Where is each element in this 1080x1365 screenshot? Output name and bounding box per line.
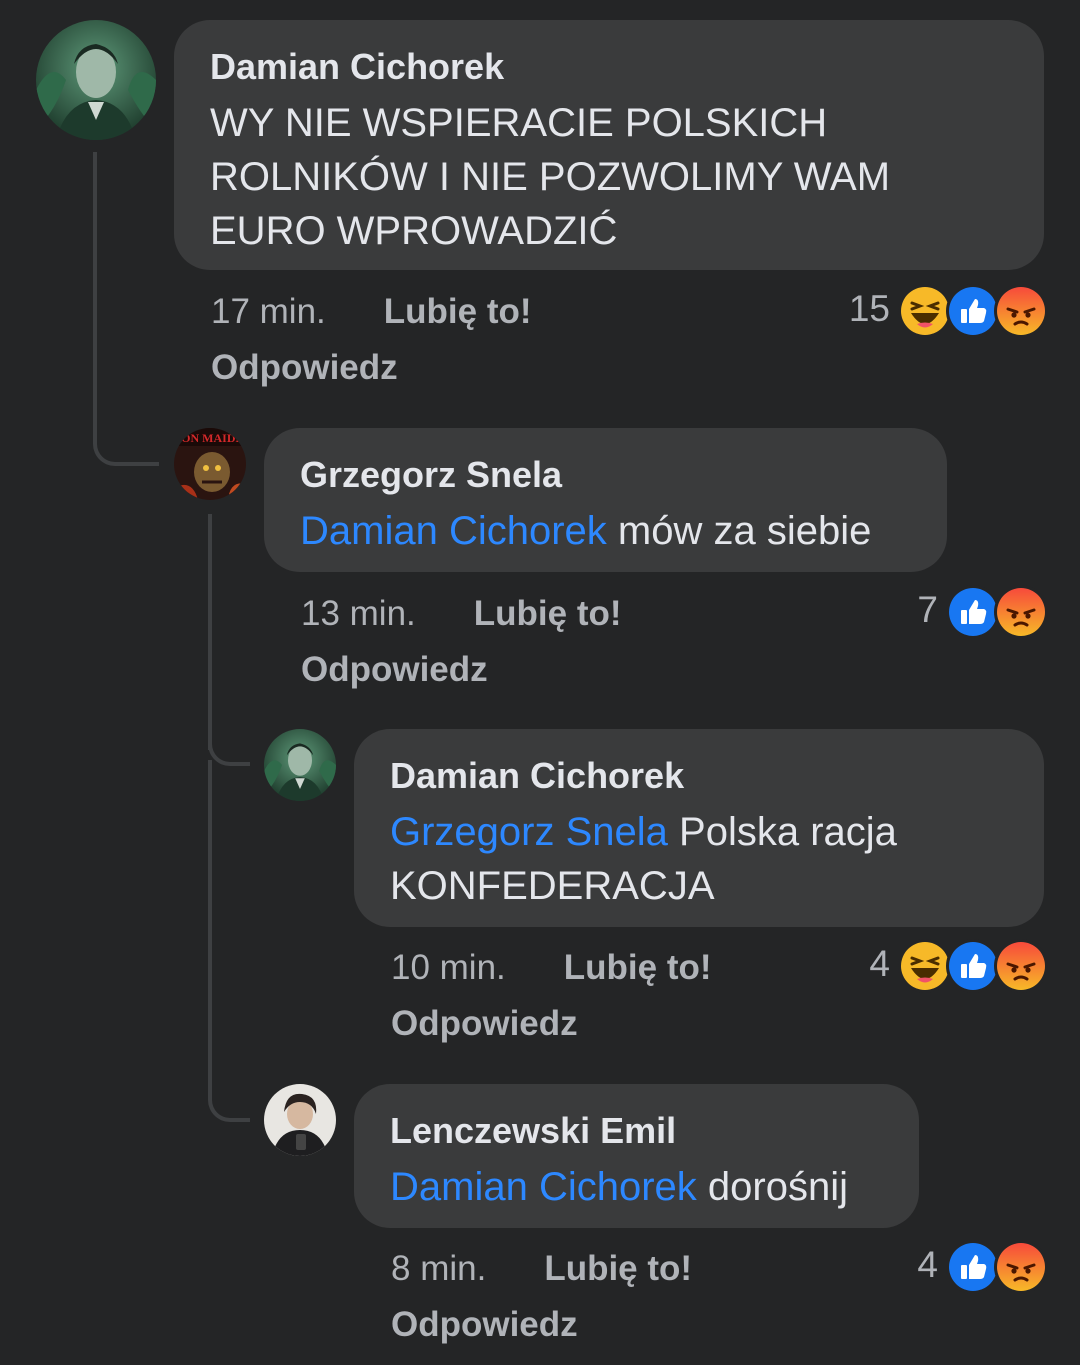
avatar[interactable] (264, 1084, 336, 1156)
reply-button[interactable]: Odpowiedz (211, 348, 398, 388)
avatar[interactable] (264, 729, 336, 801)
angry-icon (994, 1240, 1048, 1294)
comment-bubble[interactable]: Grzegorz Snela Damian Cichorek mów za si… (264, 428, 947, 572)
comment-time[interactable]: 13 min. (301, 594, 416, 634)
like-button[interactable]: Lubię to! (564, 948, 712, 988)
laugh-icon (898, 284, 952, 338)
comment-body: mów za siebie (617, 509, 872, 553)
like-button[interactable]: Lubię to! (544, 1249, 692, 1289)
comment-text: Grzegorz Snela Polska racja KONFEDERACJA (390, 805, 990, 913)
comment-text: Damian Cichorek dorośnij (390, 1160, 883, 1214)
reaction-count: 4 (917, 1244, 938, 1285)
like-icon (946, 284, 1000, 338)
comment-time[interactable]: 17 min. (211, 292, 326, 332)
comment-time[interactable]: 10 min. (391, 948, 506, 988)
reaction-summary[interactable]: 15 (820, 284, 1048, 338)
comment-author[interactable]: Damian Cichorek (390, 755, 1008, 797)
angry-icon (994, 284, 1048, 338)
mention-link[interactable]: Grzegorz Snela (390, 810, 668, 854)
laugh-icon (898, 939, 952, 993)
comment-meta: 8 min. Lubię to! (391, 1249, 692, 1289)
reaction-summary[interactable]: 7 (868, 585, 1048, 639)
reaction-count: 15 (848, 288, 890, 329)
reaction-summary[interactable]: 4 (820, 939, 1048, 993)
reaction-count: 7 (917, 589, 938, 630)
mention-link[interactable]: Damian Cichorek (390, 1165, 697, 1209)
mention-link[interactable]: Damian Cichorek (300, 509, 607, 553)
comment-meta: 13 min. Lubię to! (301, 594, 622, 634)
like-icon (946, 1240, 1000, 1294)
comment-text: WY NIE WSPIERACIE POLSKICH ROLNIKÓW I NI… (210, 101, 891, 253)
like-icon (946, 939, 1000, 993)
comment-meta: 10 min. Lubię to! (391, 948, 712, 988)
comment-time[interactable]: 8 min. (391, 1249, 486, 1289)
thread-connector (208, 760, 250, 1122)
comment-bubble[interactable]: Lenczewski Emil Damian Cichorek dorośnij (354, 1084, 919, 1228)
thread-connector (208, 700, 250, 766)
angry-icon (994, 585, 1048, 639)
comment-author[interactable]: Lenczewski Emil (390, 1110, 883, 1152)
avatar[interactable]: IRON MAIDEN (174, 428, 246, 500)
avatar-image (264, 1084, 336, 1156)
reply-button[interactable]: Odpowiedz (391, 1305, 578, 1345)
avatar-image: IRON MAIDEN (174, 428, 246, 500)
avatar-image (36, 20, 156, 140)
comment-text: Damian Cichorek mów za siebie (300, 504, 911, 558)
like-button[interactable]: Lubię to! (384, 292, 532, 332)
like-button[interactable]: Lubię to! (474, 594, 622, 634)
thread-connector (93, 152, 159, 466)
comment-bubble[interactable]: Damian Cichorek Grzegorz Snela Polska ra… (354, 729, 1044, 927)
comment-body: dorośnij (707, 1165, 848, 1209)
reaction-count: 4 (869, 943, 890, 984)
reply-button[interactable]: Odpowiedz (301, 650, 488, 690)
comment-author[interactable]: Damian Cichorek (210, 46, 1008, 88)
svg-text:IRON MAIDEN: IRON MAIDEN (174, 431, 246, 445)
like-icon (946, 585, 1000, 639)
reply-button[interactable]: Odpowiedz (391, 1004, 578, 1044)
comment-meta: 17 min. Lubię to! (211, 292, 532, 332)
comment-bubble[interactable]: Damian Cichorek WY NIE WSPIERACIE POLSKI… (174, 20, 1044, 270)
reaction-summary[interactable]: 4 (868, 1240, 1048, 1294)
angry-icon (994, 939, 1048, 993)
avatar[interactable] (36, 20, 156, 140)
comment-author[interactable]: Grzegorz Snela (300, 454, 911, 496)
avatar-image (264, 729, 336, 801)
